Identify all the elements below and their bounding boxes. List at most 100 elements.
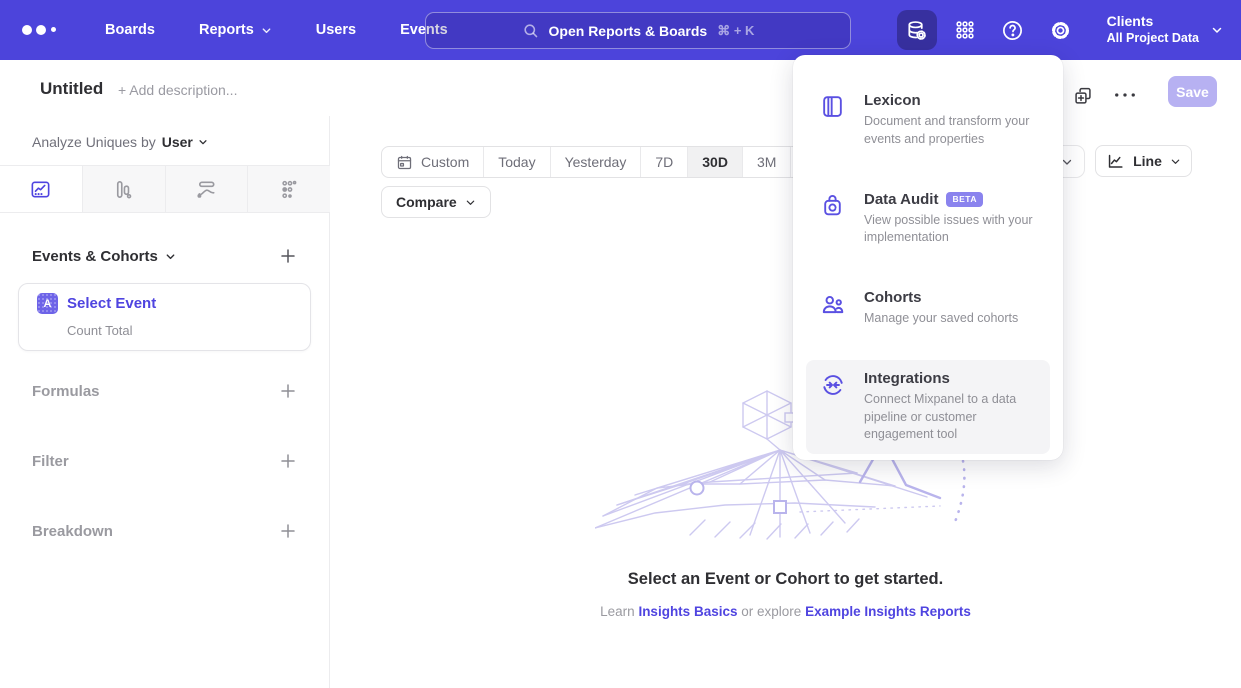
date-range-7d-label: 7D <box>655 154 673 170</box>
empty-state: Select an Event or Cohort to get started… <box>330 570 1241 619</box>
formulas-section-header: Formulas <box>32 382 297 400</box>
help-button[interactable] <box>993 10 1033 50</box>
metrics-tab-icon <box>278 178 301 201</box>
search-placeholder: Open Reports & Boards <box>549 23 708 39</box>
global-search[interactable]: Open Reports & Boards ⌘ + K <box>425 12 851 49</box>
add-breakdown-button[interactable] <box>279 522 297 540</box>
add-filter-button[interactable] <box>279 452 297 470</box>
menu-item-description: Document and transform your events and p… <box>864 113 1040 149</box>
date-range-today[interactable]: Today <box>483 147 549 177</box>
analyze-value-dropdown[interactable]: User <box>162 134 208 150</box>
plus-icon <box>279 382 297 400</box>
apps-grid-button[interactable] <box>945 10 985 50</box>
chevron-down-icon <box>465 197 476 208</box>
duplicate-icon <box>1073 86 1093 106</box>
date-range-3m-label: 3M <box>757 154 776 170</box>
compare-dropdown[interactable]: Compare <box>381 186 491 218</box>
tab-metrics[interactable] <box>247 166 330 212</box>
line-chart-tab-icon <box>29 178 52 201</box>
menu-item-description: Manage your saved cohorts <box>864 310 1040 328</box>
event-metric-selector[interactable]: Count Total <box>67 323 133 338</box>
nav-reports-label: Reports <box>199 22 254 38</box>
menu-item-cohorts[interactable]: Cohorts Manage your saved cohorts <box>806 279 1050 338</box>
formulas-label: Formulas <box>32 383 100 400</box>
save-button[interactable]: Save <box>1168 76 1217 107</box>
add-formula-button[interactable] <box>279 382 297 400</box>
menu-item-lexicon[interactable]: Lexicon Document and transform your even… <box>806 82 1050 159</box>
menu-item-title: Integrations <box>864 370 1040 387</box>
plus-icon <box>279 452 297 470</box>
mixpanel-logo[interactable] <box>20 20 58 40</box>
filter-section-header: Filter <box>32 452 297 470</box>
date-range-7d[interactable]: 7D <box>640 147 687 177</box>
ellipsis-icon <box>1114 91 1136 99</box>
header-actions: Clients All Project Data <box>897 0 1241 60</box>
date-range-yesterday-label: Yesterday <box>565 154 627 170</box>
nav-reports[interactable]: Reports <box>177 0 294 60</box>
event-row-card[interactable]: A Select Event Count Total <box>18 283 311 351</box>
settings-button[interactable] <box>1041 10 1081 50</box>
events-cohorts-dropdown[interactable]: Events & Cohorts <box>32 248 176 265</box>
chevron-down-icon <box>198 137 208 147</box>
events-cohorts-section-header: Events & Cohorts <box>32 247 297 265</box>
example-reports-link[interactable]: Example Insights Reports <box>805 604 971 619</box>
beta-badge: BETA <box>946 192 983 207</box>
menu-item-integrations[interactable]: Integrations Connect Mixpanel to a data … <box>806 360 1050 454</box>
chevron-down-icon <box>261 25 272 36</box>
tab-bar-chart[interactable] <box>82 166 165 212</box>
data-audit-label: Data Audit <box>864 191 938 208</box>
project-selector[interactable]: Clients All Project Data <box>1107 13 1223 46</box>
plus-icon <box>279 247 297 265</box>
date-range-yesterday[interactable]: Yesterday <box>550 147 641 177</box>
data-management-button[interactable] <box>897 10 937 50</box>
breakdown-label: Breakdown <box>32 523 113 540</box>
chevron-down-icon <box>1211 24 1223 36</box>
select-event-button[interactable]: Select Event <box>67 295 156 312</box>
query-builder-sidebar: Analyze Uniques by User <box>0 116 330 688</box>
apps-grid-icon <box>954 19 976 41</box>
gear-icon <box>1049 19 1072 42</box>
project-name: Clients <box>1107 13 1199 31</box>
database-gear-icon <box>905 19 928 42</box>
nav-users[interactable]: Users <box>294 0 378 60</box>
date-range-control: Custom Today Yesterday 7D 30D 3M 6M <box>381 146 840 178</box>
nav-boards[interactable]: Boards <box>83 0 177 60</box>
report-title[interactable]: Untitled <box>40 79 103 99</box>
filter-label: Filter <box>32 453 69 470</box>
tab-flow[interactable] <box>165 166 248 212</box>
more-options-button[interactable] <box>1114 91 1136 99</box>
bar-chart-tab-icon <box>112 178 135 201</box>
data-management-menu: Lexicon Document and transform your even… <box>793 55 1063 460</box>
middle-text: or explore <box>741 604 801 619</box>
menu-item-description: Connect Mixpanel to a data pipeline or c… <box>864 391 1040 444</box>
add-event-button[interactable] <box>279 247 297 265</box>
tab-line-chart[interactable] <box>0 166 82 212</box>
duplicate-button[interactable] <box>1073 86 1093 106</box>
chart-type-label: Line <box>1133 153 1162 169</box>
cohorts-icon <box>820 289 846 328</box>
insights-basics-link[interactable]: Insights Basics <box>638 604 737 619</box>
date-range-30d[interactable]: 30D <box>687 147 742 177</box>
analyze-value: User <box>162 134 193 150</box>
calendar-icon <box>396 154 413 171</box>
menu-item-data-audit[interactable]: Data Audit BETA View possible issues wit… <box>806 181 1050 258</box>
search-shortcut: ⌘ + K <box>717 23 754 39</box>
empty-state-subtitle: Learn Insights Basics or explore Example… <box>330 604 1241 619</box>
chevron-down-icon <box>1170 156 1181 167</box>
menu-item-title: Lexicon <box>864 92 1040 109</box>
chart-type-tabs <box>0 165 330 213</box>
chart-type-dropdown[interactable]: Line <box>1095 145 1192 177</box>
empty-state-title: Select an Event or Cohort to get started… <box>330 570 1241 589</box>
date-range-custom[interactable]: Custom <box>382 147 483 177</box>
learn-prefix: Learn <box>600 604 635 619</box>
line-chart-icon <box>1106 152 1125 171</box>
date-range-3m[interactable]: 3M <box>742 147 790 177</box>
analyze-label: Analyze Uniques by <box>32 134 156 150</box>
event-letter-badge: A <box>37 293 58 314</box>
search-icon <box>522 22 539 39</box>
date-range-today-label: Today <box>498 154 535 170</box>
plus-icon <box>279 522 297 540</box>
add-description-field[interactable]: + Add description... <box>118 82 237 98</box>
analyze-uniques-row: Analyze Uniques by User <box>32 134 208 150</box>
help-icon <box>1001 19 1024 42</box>
